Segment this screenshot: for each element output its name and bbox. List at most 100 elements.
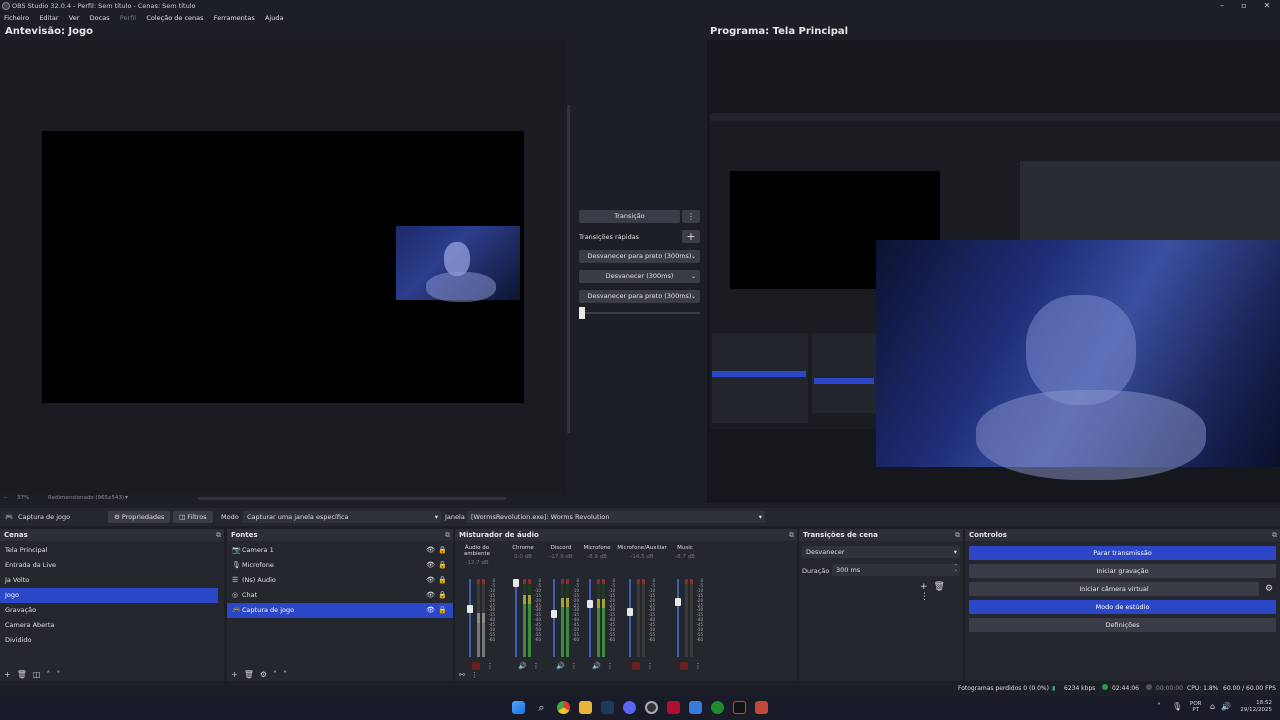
- channel-menu-icon[interactable]: ⋮: [646, 662, 654, 670]
- filter-icon[interactable]: ◫: [33, 670, 47, 679]
- scene-item[interactable]: Jogo: [0, 588, 218, 603]
- quick-transition-3[interactable]: Desvanecer para preto (300ms) ⌄: [579, 290, 700, 303]
- source-item[interactable]: 🎙Microfone 👁 🔒: [227, 558, 453, 573]
- steam-icon[interactable]: [601, 701, 614, 714]
- menu-ajuda[interactable]: Ajuda: [265, 14, 283, 22]
- close-icon[interactable]: ✕: [1257, 1, 1277, 10]
- tbar-track[interactable]: [579, 312, 700, 314]
- duration-input[interactable]: 300 ms ˄ ˅: [832, 564, 960, 576]
- add-icon[interactable]: +: [4, 670, 17, 679]
- trash-icon[interactable]: 🗑: [17, 670, 33, 679]
- muted-speaker-icon[interactable]: [680, 662, 688, 670]
- add-icon[interactable]: +: [231, 670, 244, 679]
- trash-icon[interactable]: 🗑: [244, 670, 260, 679]
- volume-fader[interactable]: [469, 579, 471, 657]
- scene-item[interactable]: Camera Aberta: [0, 618, 218, 633]
- volume-fader[interactable]: [629, 579, 631, 657]
- properties-button[interactable]: ⚙ Propriedades: [108, 511, 171, 523]
- file-explorer-icon[interactable]: [579, 701, 592, 714]
- eye-icon[interactable]: 👁: [426, 543, 435, 558]
- source-item[interactable]: 📷Camera 1 👁 🔒: [227, 543, 453, 558]
- scene-item[interactable]: Gravação: [0, 603, 218, 618]
- menu-editar[interactable]: Editar: [39, 14, 58, 22]
- scene-item[interactable]: Dividido: [0, 633, 218, 648]
- add-quick-transition-icon[interactable]: +: [682, 230, 700, 243]
- fader-knob[interactable]: [587, 599, 593, 608]
- search-icon[interactable]: ⌕: [535, 701, 548, 714]
- menu-ferramentas[interactable]: Ferramentas: [214, 14, 255, 22]
- eye-icon[interactable]: 👁: [426, 558, 435, 573]
- gear-icon[interactable]: ⚙: [1262, 582, 1276, 596]
- discord-icon[interactable]: [623, 701, 636, 714]
- trash-icon[interactable]: 🗑: [934, 582, 951, 592]
- eye-icon[interactable]: 👁: [426, 573, 435, 588]
- menu-ficheiro[interactable]: Ficheiro: [4, 14, 29, 22]
- fader-knob[interactable]: [675, 598, 681, 607]
- menu-ver[interactable]: Ver: [69, 14, 80, 22]
- game-icon[interactable]: [755, 701, 768, 714]
- speaker-icon[interactable]: 🔊: [556, 662, 565, 670]
- channel-menu-icon[interactable]: ⋮: [694, 662, 702, 670]
- eye-icon[interactable]: 👁: [426, 588, 435, 603]
- fader-knob[interactable]: [467, 604, 473, 613]
- mode-dropdown[interactable]: Capturar uma janela específica ▾: [243, 511, 441, 523]
- window-dropdown[interactable]: [WormsRevolution.exe]: Worms Revolution ▾: [467, 511, 765, 523]
- menu-colecao-cenas[interactable]: Coleção de cenas: [146, 14, 203, 22]
- microphone-tray-icon[interactable]: 🎙: [1172, 702, 1182, 711]
- tray-chevron-icon[interactable]: ˄: [1157, 702, 1161, 711]
- lock-icon[interactable]: 🔒: [438, 603, 447, 618]
- volume-icon[interactable]: 🔊: [1221, 702, 1231, 711]
- network-icon[interactable]: ⌂: [1210, 702, 1215, 711]
- tbar-handle[interactable]: [579, 307, 585, 319]
- chrome-icon[interactable]: [557, 701, 570, 714]
- minimize-icon[interactable]: –: [1212, 1, 1232, 10]
- lock-icon[interactable]: 🔒: [438, 558, 447, 573]
- windows-start-icon[interactable]: [512, 701, 525, 714]
- studio-mode-button[interactable]: Modo de estúdio: [969, 600, 1276, 614]
- obs-icon[interactable]: [645, 701, 658, 714]
- eye-icon[interactable]: 👁: [426, 603, 435, 618]
- channel-menu-icon[interactable]: ⋮: [486, 662, 494, 670]
- filters-button[interactable]: ◫ Filtros: [173, 511, 213, 523]
- fader-knob[interactable]: [551, 610, 557, 619]
- link-icon[interactable]: ⚯: [459, 671, 471, 679]
- volume-fader[interactable]: [515, 579, 517, 657]
- volume-fader[interactable]: [677, 579, 679, 657]
- lock-icon[interactable]: 🔒: [438, 573, 447, 588]
- arrow-up-icon[interactable]: ˄: [46, 670, 56, 679]
- scene-item[interactable]: Entrada da Live: [0, 558, 218, 573]
- speaker-icon[interactable]: 🔊: [518, 662, 527, 670]
- maximize-icon[interactable]: ▫: [1234, 1, 1254, 10]
- fader-knob[interactable]: [627, 607, 633, 616]
- gear-icon[interactable]: ⚙: [260, 670, 273, 679]
- scene-item[interactable]: Tela Principal: [0, 543, 218, 558]
- muted-speaker-icon[interactable]: [632, 662, 640, 670]
- preview-camera-source[interactable]: [396, 226, 520, 302]
- tiktok-icon[interactable]: [733, 701, 746, 714]
- source-item[interactable]: ◎ Chat 👁 🔒: [227, 588, 453, 603]
- preview-scrollbar[interactable]: [567, 105, 570, 433]
- volume-fader[interactable]: [589, 579, 591, 657]
- speaker-icon[interactable]: 🔊: [592, 662, 601, 670]
- scene-item[interactable]: Ja Volto: [0, 573, 218, 588]
- source-item[interactable]: ☰ (Ns) Audio 👁 🔒: [227, 573, 453, 588]
- transition-select[interactable]: Desvanecer ▾: [802, 546, 960, 558]
- media-player-icon[interactable]: [667, 701, 680, 714]
- source-item[interactable]: 🎮Captura de jogo 👁 🔒: [227, 603, 453, 618]
- menu-icon[interactable]: ⋮: [920, 592, 935, 602]
- language-indicator[interactable]: POR PT: [1190, 701, 1201, 713]
- mixer-menu-icon[interactable]: ⋮: [471, 671, 484, 679]
- menu-docas[interactable]: Docas: [90, 14, 110, 22]
- app-icon[interactable]: [689, 701, 702, 714]
- start-virtual-camera-button[interactable]: Iniciar câmera virtual: [969, 582, 1259, 596]
- add-icon[interactable]: +: [920, 582, 934, 592]
- transition-menu-icon[interactable]: ⋮: [682, 210, 700, 223]
- channel-menu-icon[interactable]: ⋮: [570, 662, 578, 670]
- transition-button[interactable]: Transição: [579, 210, 680, 223]
- channel-menu-icon[interactable]: ⋮: [532, 662, 540, 670]
- clock[interactable]: 18:52 29/12/2025: [1236, 700, 1272, 714]
- menu-perfil[interactable]: Perfil: [120, 14, 136, 22]
- quick-transition-1[interactable]: Desvanecer para preto (300ms) ⌄: [579, 250, 700, 263]
- fader-knob[interactable]: [513, 578, 519, 587]
- lock-icon[interactable]: 🔒: [438, 543, 447, 558]
